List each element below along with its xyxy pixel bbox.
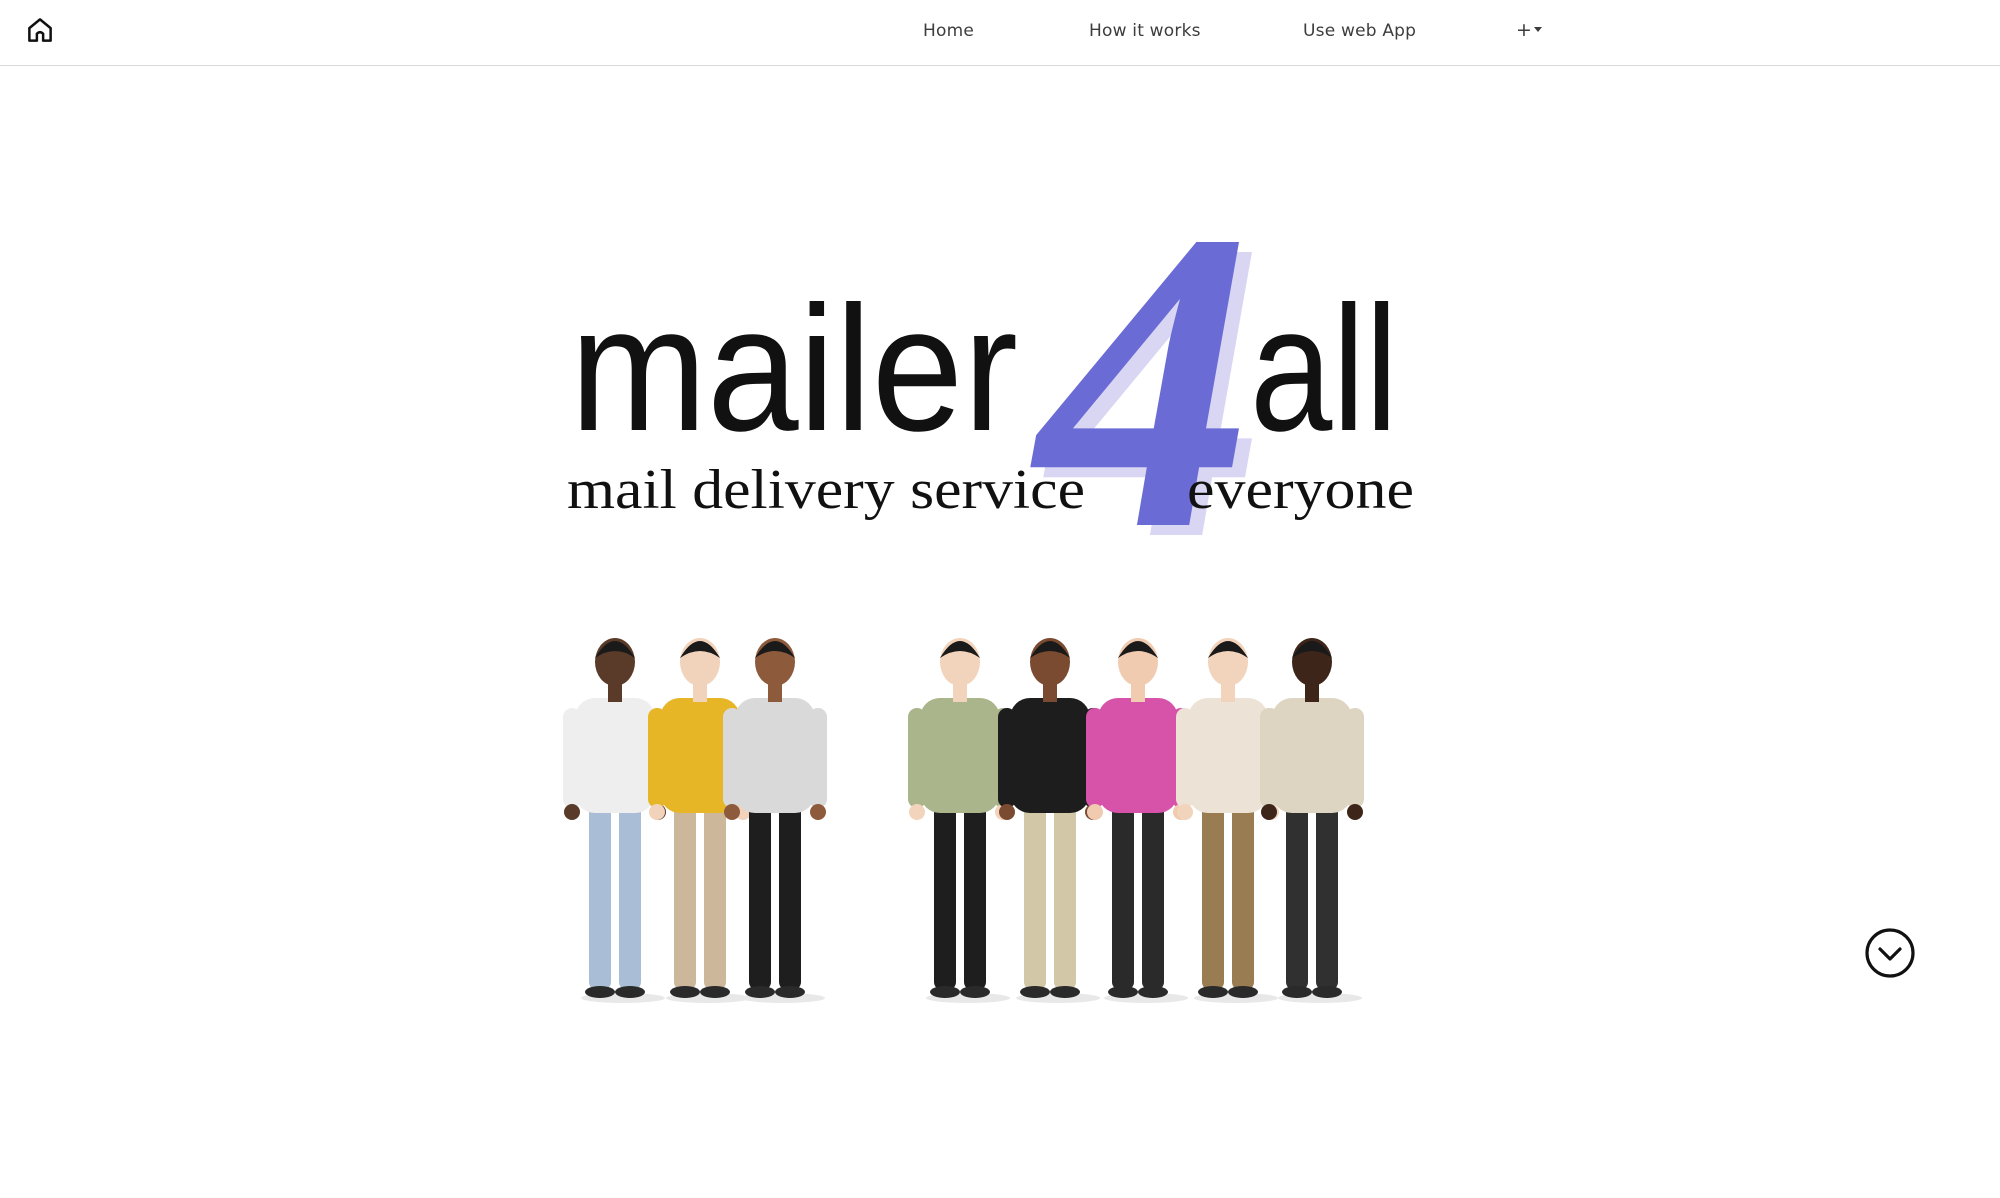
person-figure bbox=[723, 638, 827, 1003]
top-navbar: Home How it works Use web App + bbox=[0, 0, 2000, 66]
logo-word-left: mailer bbox=[570, 269, 1018, 468]
logo-tagline-right: everyone bbox=[1187, 459, 1414, 521]
home-icon[interactable] bbox=[22, 12, 58, 48]
person-figure bbox=[648, 638, 752, 1003]
person-figure bbox=[1260, 638, 1364, 1003]
nav-more-dropdown[interactable]: + bbox=[1516, 19, 1543, 41]
person-figure bbox=[908, 638, 1012, 1003]
brand-logo: 4 4 mailer all mail delivery service eve… bbox=[567, 143, 1430, 629]
nav-link-use-web-app[interactable]: Use web App bbox=[1303, 21, 1416, 41]
person-figure bbox=[1086, 638, 1190, 1003]
logo-numeral: 4 bbox=[1030, 143, 1252, 619]
people-group-image bbox=[563, 638, 1364, 1003]
chevron-down-circle-icon[interactable] bbox=[1864, 927, 1916, 979]
person-figure bbox=[563, 638, 667, 1003]
person-figure bbox=[1176, 638, 1280, 1003]
nav-link-home[interactable]: Home bbox=[923, 21, 974, 41]
logo-tagline-left: mail delivery service bbox=[567, 459, 1085, 521]
nav-more-label: + bbox=[1516, 19, 1533, 41]
nav-link-how-it-works[interactable]: How it works bbox=[1089, 21, 1201, 41]
people-illustration bbox=[560, 630, 1430, 1010]
person-figure bbox=[998, 638, 1102, 1003]
caret-down-icon bbox=[1534, 27, 1543, 32]
logo-word-right: all bbox=[1250, 269, 1398, 468]
